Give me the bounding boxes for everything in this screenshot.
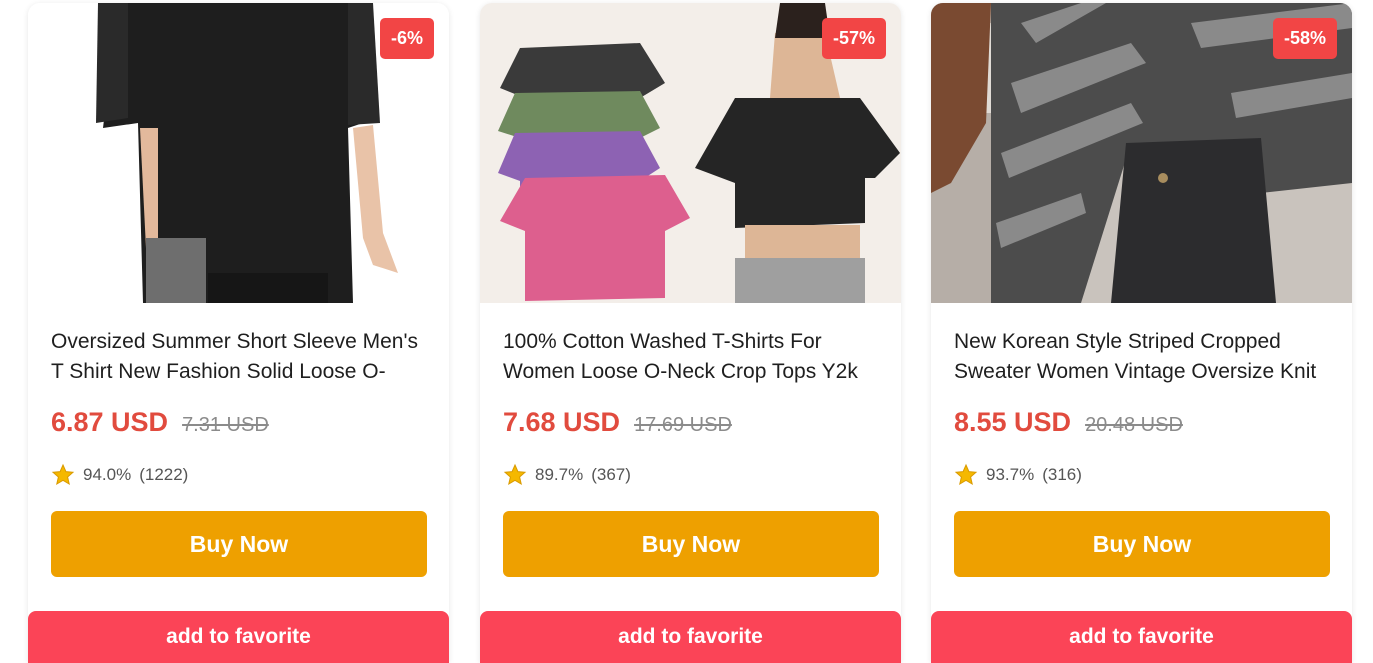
price-row: 7.68 USD 17.69 USD bbox=[503, 407, 732, 438]
add-to-favorite-button[interactable]: add to favorite bbox=[28, 611, 449, 663]
rating-row: 94.0% (1222) bbox=[51, 463, 188, 487]
original-price: 17.69 USD bbox=[634, 414, 732, 436]
current-price: 8.55 USD bbox=[954, 407, 1072, 437]
buy-now-button[interactable]: Buy Now bbox=[51, 511, 427, 577]
product-image[interactable]: -57% bbox=[480, 3, 901, 303]
price-row: 6.87 USD 7.31 USD bbox=[51, 407, 269, 438]
rating-value: 94.0% bbox=[83, 465, 132, 484]
current-price: 6.87 USD bbox=[51, 407, 169, 437]
product-image[interactable]: -58% bbox=[931, 3, 1352, 303]
discount-badge: -6% bbox=[379, 18, 434, 59]
product-title[interactable]: 100% Cotton Washed T-Shirts For Women Lo… bbox=[503, 327, 883, 387]
review-count: (367) bbox=[591, 465, 631, 484]
original-price: 7.31 USD bbox=[182, 414, 269, 436]
add-to-favorite-button[interactable]: add to favorite bbox=[480, 611, 901, 663]
review-count: (316) bbox=[1042, 465, 1082, 484]
product-title[interactable]: Oversized Summer Short Sleeve Men's T Sh… bbox=[51, 327, 431, 387]
review-count: (1222) bbox=[139, 465, 189, 484]
rating-value: 93.7% bbox=[986, 465, 1035, 484]
buy-now-button[interactable]: Buy Now bbox=[954, 511, 1330, 577]
original-price: 20.48 USD bbox=[1085, 414, 1183, 436]
product-card[interactable]: -57% 100% Cotton Washed T-Shirts For Wom… bbox=[480, 3, 901, 663]
price-row: 8.55 USD 20.48 USD bbox=[954, 407, 1183, 438]
discount-badge: -58% bbox=[1272, 18, 1337, 59]
star-icon bbox=[954, 463, 978, 486]
product-title[interactable]: New Korean Style Striped Cropped Sweater… bbox=[954, 327, 1334, 387]
product-grid: -6% Oversized Summer Short Sleeve Men's … bbox=[0, 0, 1373, 663]
add-to-favorite-button[interactable]: add to favorite bbox=[931, 611, 1352, 663]
product-card[interactable]: -58% New Korean Style Striped Cropped Sw… bbox=[931, 3, 1352, 663]
buy-now-button[interactable]: Buy Now bbox=[503, 511, 879, 577]
rating-value: 89.7% bbox=[535, 465, 584, 484]
discount-badge: -57% bbox=[821, 18, 886, 59]
rating-row: 89.7% (367) bbox=[503, 463, 631, 487]
current-price: 7.68 USD bbox=[503, 407, 621, 437]
star-icon bbox=[51, 463, 75, 486]
star-icon bbox=[503, 463, 527, 486]
product-card[interactable]: -6% Oversized Summer Short Sleeve Men's … bbox=[28, 3, 449, 663]
product-image[interactable]: -6% bbox=[28, 3, 449, 303]
rating-row: 93.7% (316) bbox=[954, 463, 1082, 487]
